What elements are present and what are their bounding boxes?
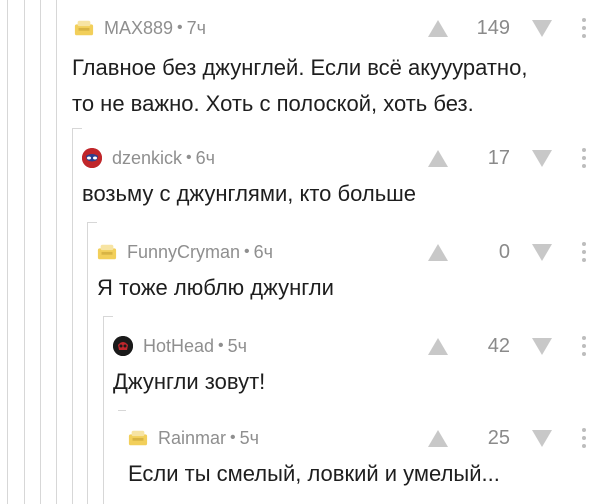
username[interactable]: dzenkick: [112, 148, 182, 169]
comment: dzenkick • 6ч 17 возьму с джунглями, кто…: [82, 140, 600, 212]
comment-thread: MAX889 • 7ч 149 Главное без джунглей. Ес…: [0, 0, 600, 504]
username[interactable]: FunnyCryman: [127, 242, 240, 263]
rating: 149: [476, 16, 510, 39]
comment-header: dzenkick • 6ч 17: [82, 140, 600, 176]
comment-time[interactable]: 6ч: [254, 242, 273, 263]
upvote-icon[interactable]: [428, 429, 448, 447]
rating: 42: [487, 334, 510, 357]
rating: 17: [487, 146, 510, 169]
separator-dot: •: [177, 19, 183, 36]
username[interactable]: MAX889: [104, 18, 173, 39]
thread-connector: [72, 128, 82, 129]
thread-line-level-7[interactable]: [103, 316, 104, 504]
comment: HotHead • 5ч 42 Джунгли зовут!: [113, 328, 600, 400]
vote-controls: 149: [428, 10, 586, 46]
comment-header: Rainmar • 5ч 25: [128, 420, 600, 456]
vote-controls: 0: [428, 234, 586, 270]
comment-time[interactable]: 5ч: [240, 428, 259, 449]
more-options-icon[interactable]: [582, 336, 586, 356]
more-options-icon[interactable]: [582, 428, 586, 448]
comment-text: Если ты смелый, ловкий и умелый...: [128, 461, 500, 486]
rating: 25: [487, 426, 510, 449]
thread-line-level-6[interactable]: [87, 222, 88, 504]
comment-text: Главное без джунглей. Если всё акуууратн…: [72, 55, 528, 116]
comment-header: HotHead • 5ч 42: [113, 328, 600, 364]
comment: Rainmar • 5ч 25 Если ты смелый, ловкий и…: [128, 420, 600, 492]
upvote-icon[interactable]: [428, 337, 448, 355]
comment: MAX889 • 7ч 149 Главное без джунглей. Ес…: [72, 10, 600, 122]
thread-line-level-5[interactable]: [72, 128, 73, 504]
thread-connector: [103, 316, 113, 317]
downvote-icon[interactable]: [532, 19, 552, 37]
comment-text: возьму с джунглями, кто больше: [82, 181, 417, 206]
thread-connector: [118, 410, 126, 411]
thread-line-level-4[interactable]: [56, 0, 57, 504]
thread-line-level-2[interactable]: [24, 0, 25, 504]
comment-time[interactable]: 7ч: [187, 18, 206, 39]
username[interactable]: HotHead: [143, 336, 214, 357]
downvote-icon[interactable]: [532, 429, 552, 447]
comment-time[interactable]: 5ч: [228, 336, 247, 357]
downvote-icon[interactable]: [532, 337, 552, 355]
upvote-icon[interactable]: [428, 243, 448, 261]
rating: 0: [498, 240, 510, 263]
comment-text: Джунгли зовут!: [113, 369, 266, 394]
vote-controls: 17: [428, 140, 586, 176]
thread-connector: [87, 222, 97, 223]
more-options-icon[interactable]: [582, 18, 586, 38]
upvote-icon[interactable]: [428, 149, 448, 167]
username[interactable]: Rainmar: [158, 428, 226, 449]
spiderman-avatar[interactable]: [82, 148, 102, 168]
separator-dot: •: [230, 429, 236, 446]
separator-dot: •: [186, 149, 192, 166]
comment-header: FunnyCryman • 6ч 0: [97, 234, 600, 270]
separator-dot: •: [218, 337, 224, 354]
vote-controls: 42: [428, 328, 586, 364]
upvote-icon[interactable]: [428, 19, 448, 37]
default-avatar-icon[interactable]: [128, 428, 148, 448]
default-avatar-icon[interactable]: [74, 18, 94, 38]
thread-line-level-3[interactable]: [40, 0, 41, 504]
comment: FunnyCryman • 6ч 0 Я тоже люблю джунгли: [97, 234, 600, 306]
more-options-icon[interactable]: [582, 148, 586, 168]
comment-text: Я тоже люблю джунгли: [97, 275, 334, 300]
downvote-icon[interactable]: [532, 243, 552, 261]
comment-header: MAX889 • 7ч 149: [72, 10, 600, 46]
thread-line-level-1[interactable]: [7, 0, 8, 504]
default-avatar-icon[interactable]: [97, 242, 117, 262]
separator-dot: •: [244, 243, 250, 260]
more-options-icon[interactable]: [582, 242, 586, 262]
comment-time[interactable]: 6ч: [196, 148, 215, 169]
vote-controls: 25: [428, 420, 586, 456]
downvote-icon[interactable]: [532, 149, 552, 167]
skull-avatar[interactable]: [113, 336, 133, 356]
